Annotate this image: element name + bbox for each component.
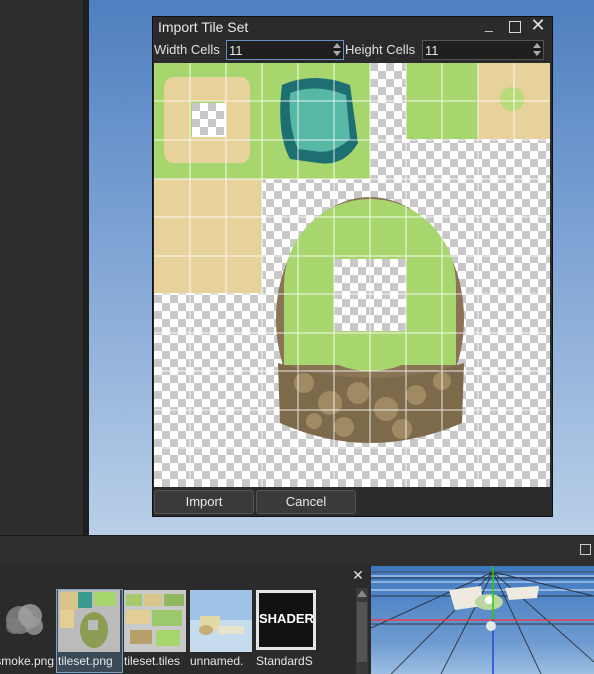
height-cells-input[interactable] [425,42,529,58]
preview-viewport[interactable] [371,566,594,674]
close-icon[interactable]: ✕ [530,16,546,34]
tileset-thumbnail [58,590,120,652]
maximize-icon[interactable] [509,21,521,33]
width-cells-input[interactable] [229,42,329,58]
height-cells-spinbox[interactable] [422,40,544,60]
asset-label: tileset.png [58,654,113,668]
minimize-icon[interactable]: _ [485,17,497,31]
asset-item-tileset-tiles[interactable]: tileset.tiles [124,590,186,674]
import-button[interactable]: Import [154,490,254,514]
tiles-thumbnail [124,590,186,652]
bottom-toolbar [0,535,594,567]
shader-badge: SHADER [259,611,314,626]
asset-item-unnamed[interactable]: unnamed. [190,590,252,674]
asset-label: tileset.tiles [124,654,181,668]
spin-down-icon[interactable] [333,51,341,56]
viewport-grid [371,566,594,674]
scroll-up-icon[interactable] [357,590,367,597]
close-icon[interactable]: ✕ [351,567,365,583]
tileset-image [154,63,550,487]
shader-thumbnail: SHADER [256,590,316,650]
asset-item-standard-shader[interactable]: SHADER StandardS [256,590,318,674]
asset-item-smoke[interactable]: smoke.png [0,590,62,674]
width-cells-spinbox[interactable] [226,40,344,60]
tileset-preview[interactable] [154,63,550,487]
asset-item-tileset-png[interactable]: tileset.png [58,590,120,674]
left-panel [0,0,83,535]
scroll-thumb[interactable] [357,602,367,662]
dialog-title: Import Tile Set [158,19,249,35]
asset-label: smoke.png [0,654,54,668]
spin-down-icon[interactable] [533,51,541,56]
maximize-icon[interactable] [580,544,591,555]
scene-thumbnail [190,590,252,652]
cancel-button[interactable]: Cancel [256,490,356,514]
asset-label: unnamed. [190,654,244,668]
width-cells-label: Width Cells [154,42,220,57]
spin-up-icon[interactable] [333,43,341,48]
spin-up-icon[interactable] [533,43,541,48]
asset-label: StandardS [256,654,313,668]
smoke-thumbnail [6,604,43,635]
height-cells-label: Height Cells [345,42,416,57]
asset-scrollbar[interactable] [356,588,368,674]
